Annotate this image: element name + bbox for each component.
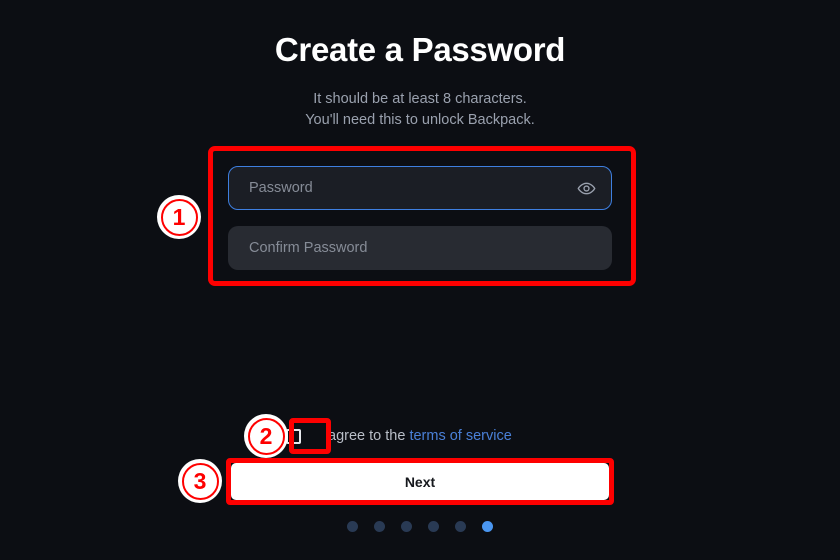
annotation-marker-1-label: 1: [160, 198, 198, 236]
page-title: Create a Password: [274, 31, 566, 68]
pagination-dot-5[interactable]: [455, 521, 466, 532]
annotation-marker-2-label: 2: [247, 417, 285, 455]
pagination-dots: [0, 521, 840, 532]
terms-label: agree to the terms of service: [328, 428, 512, 444]
pagination-dot-4[interactable]: [428, 521, 439, 532]
confirm-password-input[interactable]: Confirm Password: [228, 226, 612, 270]
annotation-marker-3: 3: [178, 459, 222, 503]
terms-checkbox[interactable]: [286, 428, 301, 444]
password-placeholder: Password: [249, 180, 313, 196]
confirm-password-placeholder: Confirm Password: [249, 240, 368, 256]
pagination-dot-2[interactable]: [374, 521, 385, 532]
annotation-marker-3-label: 3: [181, 462, 219, 500]
terms-of-service-link[interactable]: terms of service: [409, 428, 511, 444]
pagination-dot-3[interactable]: [401, 521, 412, 532]
annotation-marker-2: 2: [244, 414, 288, 458]
pagination-dot-1[interactable]: [347, 521, 358, 532]
password-fields-group: Password Confirm Password: [228, 166, 612, 270]
terms-text-prefix: agree to the: [328, 428, 406, 444]
create-password-screen: Create a Password It should be at least …: [0, 0, 840, 560]
page-subtitle: It should be at least 8 characters. You'…: [0, 89, 840, 131]
terms-agreement-row: agree to the terms of service: [286, 425, 512, 447]
eye-icon[interactable]: [569, 171, 603, 205]
annotation-marker-1: 1: [157, 195, 201, 239]
subtitle-line-1: It should be at least 8 characters.: [313, 91, 527, 107]
pagination-dot-6[interactable]: [482, 521, 493, 532]
subtitle-line-2: You'll need this to unlock Backpack.: [305, 112, 535, 128]
next-button[interactable]: Next: [231, 463, 609, 500]
password-input[interactable]: Password: [228, 166, 612, 210]
